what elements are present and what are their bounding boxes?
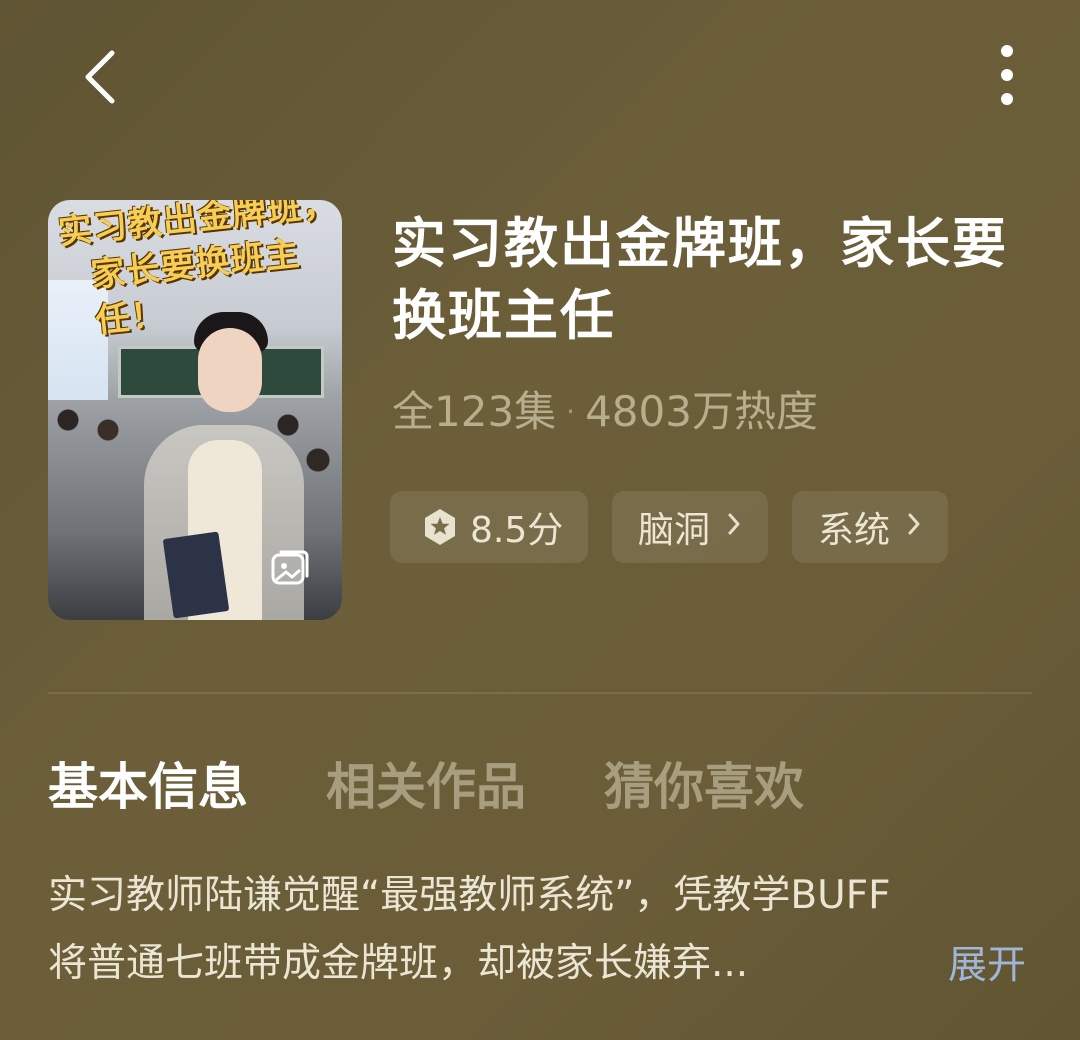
synopsis: 实习教师陆谦觉醒“最强教师系统”，凭教学BUFF 将普通七班带成金牌班，却被家长… [48,862,1038,998]
chevron-left-icon [85,50,115,104]
rating-chip[interactable]: 8.5分 [390,491,588,563]
more-options-button[interactable] [980,40,1034,110]
expand-link[interactable]: 展开 [948,932,1026,1000]
meta-separator: · [566,395,576,428]
drama-title: 实习教出金牌班，家长要换班主任 [392,212,1008,347]
tab-related-works[interactable]: 相关作品 [326,752,526,822]
cover-teacher-face [198,328,262,412]
chevron-right-icon [906,510,922,545]
chevron-right-icon [726,510,742,545]
synopsis-line-2: 将普通七班带成金牌班，却被家长嫌弃... [48,941,749,986]
drama-meta: 全123集 · 4803万热度 [392,384,818,440]
cover-title-art: 实习教出金牌班， 家长要换班主任！ [56,200,342,347]
tab-recommendations[interactable]: 猜你喜欢 [604,752,804,822]
info-tabs: 基本信息 相关作品 猜你喜欢 [48,752,804,822]
cover-books [162,531,230,619]
tab-basic-info[interactable]: 基本信息 [48,752,248,822]
synopsis-line-1: 实习教师陆谦觉醒“最强教师系统”，凭教学BUFF [48,873,891,918]
more-vertical-icon [1001,45,1013,105]
tag-chip-xitong[interactable]: 系统 [792,491,949,563]
tag-chip-naodong[interactable]: 脑洞 [612,491,769,563]
image-gallery-icon[interactable] [270,548,310,588]
star-badge-icon [425,509,455,545]
rating-value: 8.5分 [470,510,564,551]
tag-chips: 8.5分 脑洞 系统 [390,491,949,563]
popularity-count: 4803万热度 [585,387,818,436]
tag-label: 系统 [818,510,891,551]
section-divider [48,692,1032,694]
tag-label: 脑洞 [638,510,711,551]
back-button[interactable] [70,42,130,112]
episode-count: 全123集 [392,387,557,436]
